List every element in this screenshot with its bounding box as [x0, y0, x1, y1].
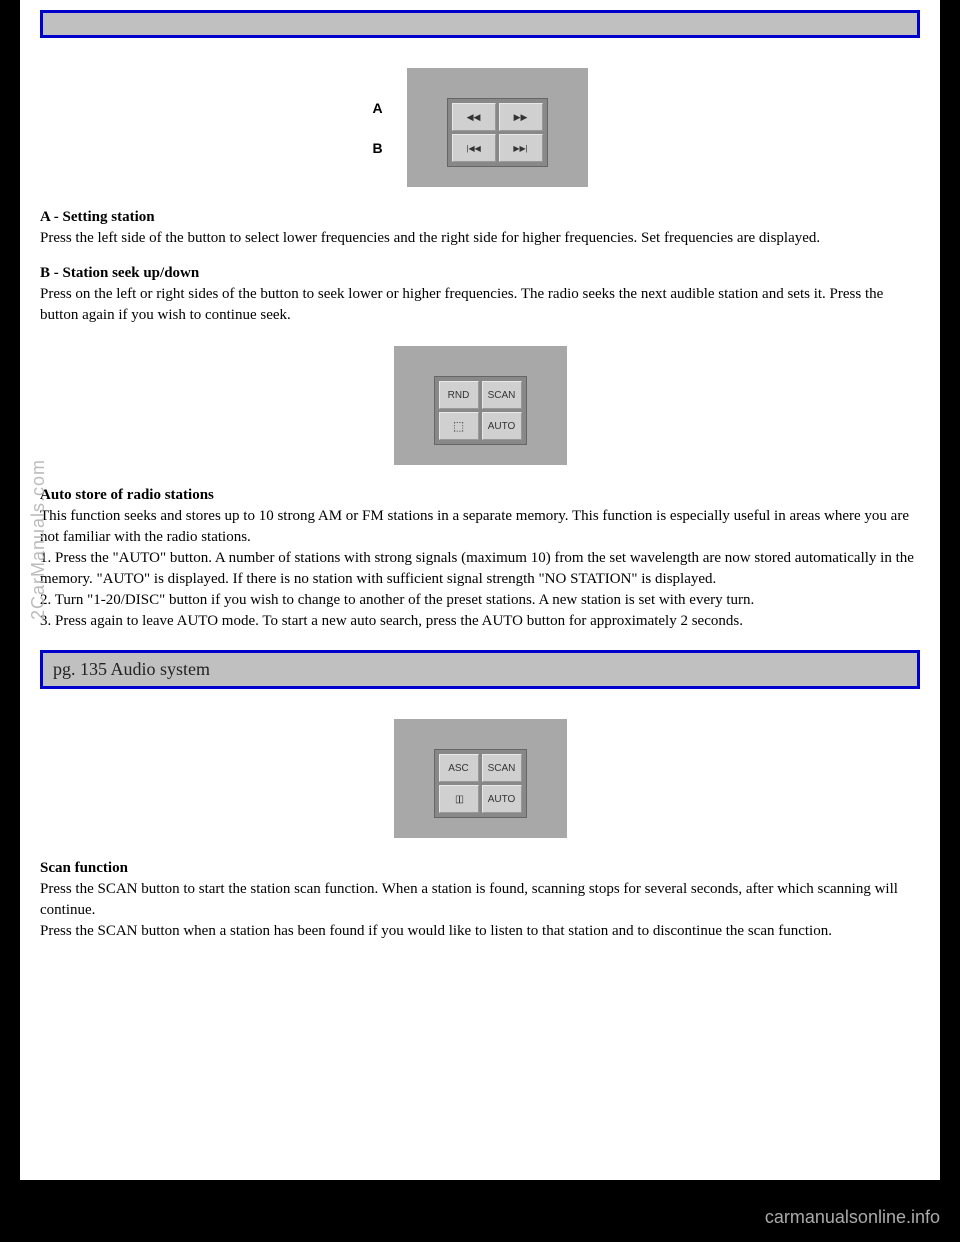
- station-seek-heading: B - Station seek up/down: [40, 265, 199, 281]
- scan-function-section: Scan function Press the SCAN button to s…: [40, 858, 920, 942]
- setting-station-body: Press the left side of the button to sel…: [40, 230, 820, 246]
- rnd-button: RND: [439, 381, 479, 409]
- cassette-icon: [439, 412, 479, 440]
- auto-button-2: AUTO: [482, 785, 522, 813]
- forward-icon: [499, 103, 543, 131]
- setting-station-heading: A - Setting station: [40, 209, 155, 225]
- scan-function-body2: Press the SCAN button when a station has…: [40, 923, 832, 939]
- scan-button-2: SCAN: [482, 754, 522, 782]
- station-seek-section: B - Station seek up/down Press on the le…: [40, 263, 920, 326]
- setting-station-section: A - Setting station Press the left side …: [40, 207, 920, 249]
- scan-button: SCAN: [482, 381, 522, 409]
- page-content: A B A - Setting station Press the left s…: [20, 0, 940, 1180]
- auto-button: AUTO: [482, 412, 522, 440]
- footer-url: carmanualsonline.info: [765, 1207, 940, 1228]
- figure-1: A B: [40, 68, 920, 187]
- seek-up-icon: [499, 134, 543, 162]
- auto-store-body1: This function seeks and stores up to 10 …: [40, 508, 909, 545]
- seek-down-icon: [452, 134, 496, 162]
- scan-function-body1: Press the SCAN button to start the stati…: [40, 881, 898, 918]
- radio-panel-3: ASC SCAN AUTO: [394, 719, 567, 838]
- dolby-icon: [439, 785, 479, 813]
- page-section-header: pg. 135 Audio system: [40, 650, 920, 689]
- figure-2: RND SCAN AUTO: [40, 346, 920, 465]
- radio-panel-1: [407, 68, 588, 187]
- label-b: B: [372, 128, 382, 168]
- rewind-icon: [452, 103, 496, 131]
- asc-button: ASC: [439, 754, 479, 782]
- auto-store-body3: 2. Turn "1-20/DISC" button if you wish t…: [40, 592, 754, 608]
- station-seek-body: Press on the left or right sides of the …: [40, 286, 883, 323]
- auto-store-section: Auto store of radio stations This functi…: [40, 485, 920, 632]
- label-a: A: [372, 88, 382, 128]
- figure-3: ASC SCAN AUTO: [40, 719, 920, 838]
- scan-function-heading: Scan function: [40, 860, 128, 876]
- watermark-text: 2CarManuals.com: [28, 459, 49, 620]
- auto-store-body2: 1. Press the "AUTO" button. A number of …: [40, 550, 914, 587]
- top-header-bar: [40, 10, 920, 38]
- radio-panel-2: RND SCAN AUTO: [394, 346, 567, 465]
- auto-store-body4: 3. Press again to leave AUTO mode. To st…: [40, 613, 743, 629]
- auto-store-heading: Auto store of radio stations: [40, 487, 214, 503]
- figure-labels: A B: [372, 88, 382, 168]
